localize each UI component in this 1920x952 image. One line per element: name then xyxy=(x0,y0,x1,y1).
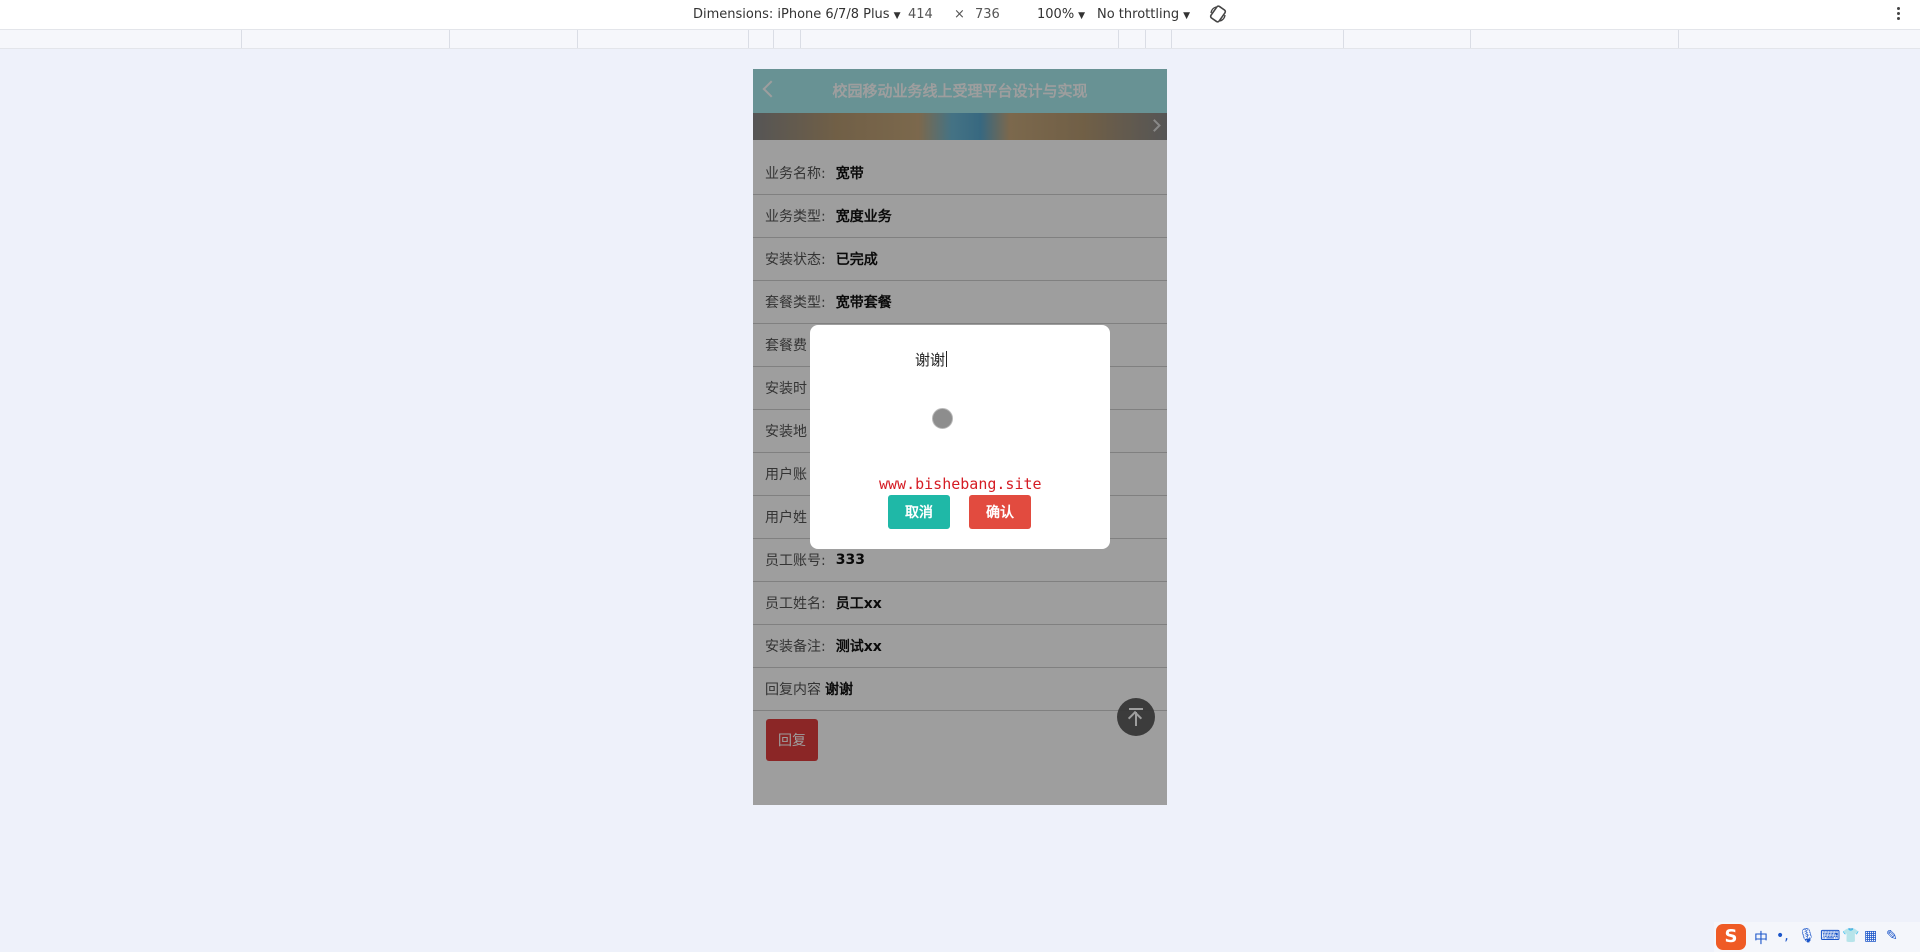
ruler-segment[interactable] xyxy=(773,30,774,48)
phone-viewport: 校园移动业务线上受理平台设计与实现 业务名称: 宽带 业务类型: 宽度业务 安装状态… xyxy=(753,69,1167,805)
device-select[interactable]: Dimensions: iPhone 6/7/8 Plus ▼ xyxy=(693,7,901,22)
ime-language-toggle[interactable]: 中 xyxy=(1754,928,1768,948)
more-options-icon[interactable] xyxy=(1895,5,1901,23)
height-input[interactable]: 736 xyxy=(975,7,1000,22)
skin-icon[interactable]: 👕 xyxy=(1842,928,1859,944)
devtools-device-toolbar: Dimensions: iPhone 6/7/8 Plus ▼ 414 × 736… xyxy=(0,0,1920,30)
throttle-label: No throttling xyxy=(1097,7,1180,22)
more-icon[interactable]: ✎ xyxy=(1886,928,1898,944)
ruler-segment[interactable] xyxy=(748,30,749,48)
keyboard-icon[interactable]: ⌨ xyxy=(1820,928,1840,944)
zoom-label: 100% xyxy=(1037,7,1075,22)
radio-option[interactable] xyxy=(932,408,953,429)
zoom-select[interactable]: 100% ▼ xyxy=(1037,7,1085,22)
ruler-segment[interactable] xyxy=(1171,30,1172,48)
media-query-ruler xyxy=(0,30,1920,49)
ruler-segment[interactable] xyxy=(1343,30,1344,48)
ruler-segment[interactable] xyxy=(1118,30,1119,48)
ime-toolbar: S 中 •, 🎙 ⌨ 👕 ▦ ✎ xyxy=(1714,922,1920,952)
reply-input[interactable]: 谢谢 xyxy=(915,349,947,370)
confirm-button[interactable]: 确认 xyxy=(969,495,1031,529)
times-sign: × xyxy=(954,7,965,22)
rotate-icon[interactable] xyxy=(1208,4,1228,24)
ruler-segment[interactable] xyxy=(449,30,450,48)
microphone-icon[interactable]: 🎙 xyxy=(1798,928,1816,944)
ruler-segment[interactable] xyxy=(800,30,801,48)
ruler-segment[interactable] xyxy=(1145,30,1146,48)
reply-dialog: 谢谢 www.bishebang.site 取消 确认 xyxy=(810,325,1110,549)
ruler-segment[interactable] xyxy=(577,30,578,48)
punctuation-icon[interactable]: •, xyxy=(1776,928,1789,944)
ime-logo-icon[interactable]: S xyxy=(1716,924,1746,950)
dropdown-icon: ▼ xyxy=(893,11,901,21)
dropdown-icon: ▼ xyxy=(1078,11,1086,21)
width-input[interactable]: 414 xyxy=(908,7,933,22)
throttle-select[interactable]: No throttling ▼ xyxy=(1097,7,1190,22)
ruler-segment[interactable] xyxy=(241,30,242,48)
toolbox-icon[interactable]: ▦ xyxy=(1864,928,1877,944)
device-select-label: Dimensions: iPhone 6/7/8 Plus xyxy=(693,7,890,22)
ruler-segment[interactable] xyxy=(1678,30,1679,48)
ruler-segment[interactable] xyxy=(1470,30,1471,48)
watermark-text: www.bishebang.site xyxy=(879,475,1042,493)
dropdown-icon: ▼ xyxy=(1183,11,1190,21)
cancel-button[interactable]: 取消 xyxy=(888,495,950,529)
